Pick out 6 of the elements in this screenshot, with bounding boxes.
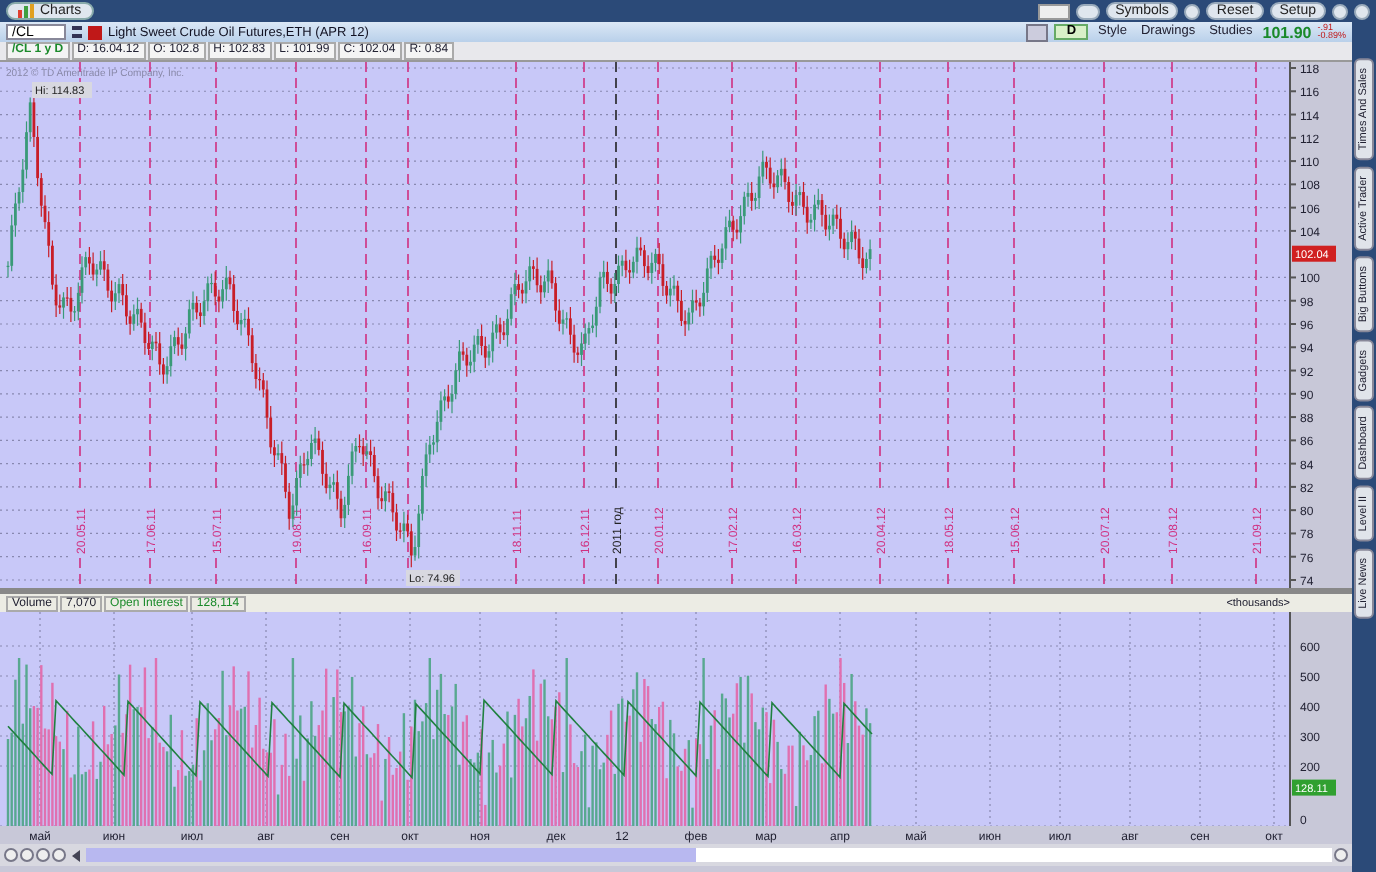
scrollbar-thumb[interactable] <box>86 848 696 862</box>
color-swatch-icon <box>88 25 102 39</box>
bar-chart-icon <box>18 4 36 18</box>
scrollbar[interactable] <box>86 848 1332 862</box>
last-price: 101.90 <box>1262 23 1312 41</box>
layout-box[interactable] <box>1037 3 1070 19</box>
